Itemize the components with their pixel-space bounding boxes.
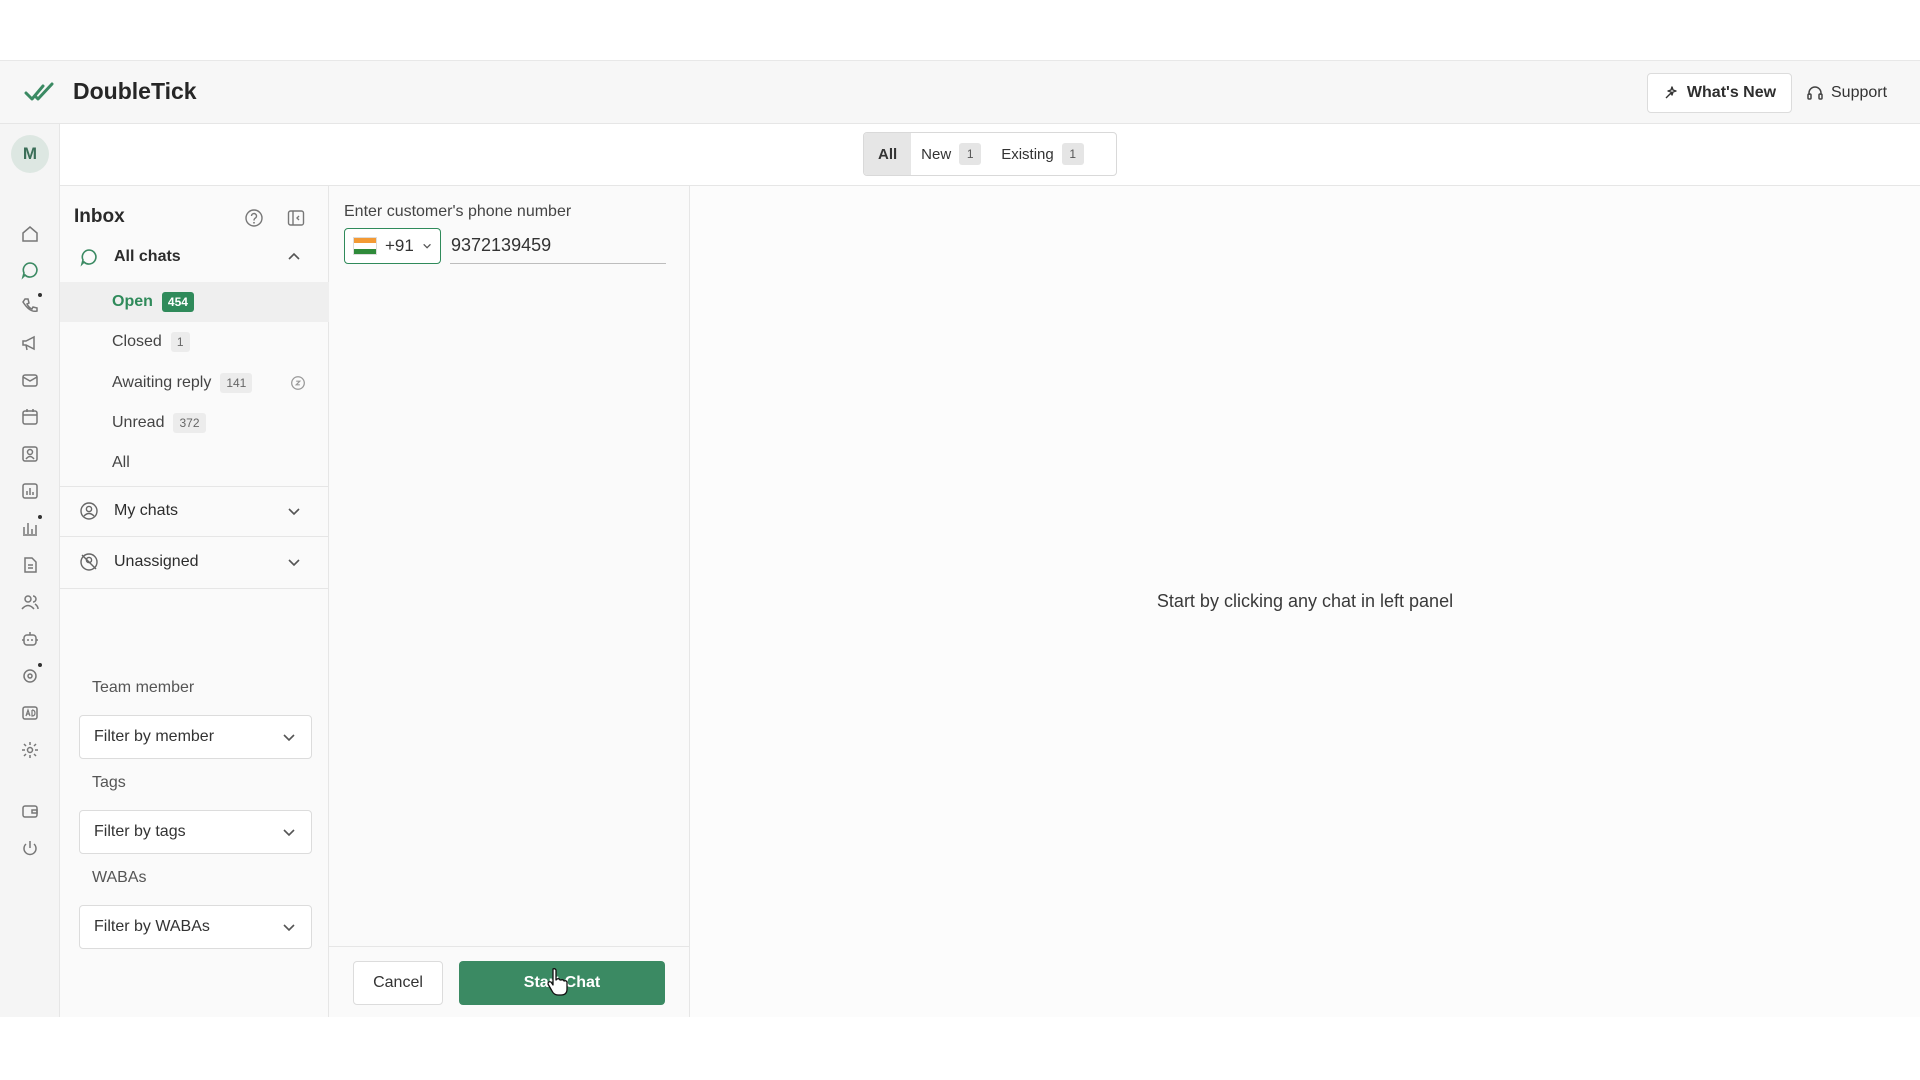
phone-number-label: Enter customer's phone number — [344, 203, 572, 220]
calendar-icon[interactable] — [18, 405, 42, 429]
megaphone-icon[interactable] — [18, 331, 42, 355]
tab-new[interactable]: New 1 — [911, 133, 991, 175]
filter-open-label: Open — [112, 293, 153, 310]
tab-existing-label: Existing — [1001, 145, 1054, 163]
whats-new-button[interactable]: What's New — [1647, 73, 1792, 113]
inbox-sidebar: Inbox All chats Open 454 Closed 1 Awaiti… — [60, 186, 329, 1017]
support-label: Support — [1831, 84, 1888, 101]
filter-open[interactable]: Open 454 — [60, 282, 329, 322]
team-member-filter-label: Team member — [92, 679, 195, 696]
filter-unread-count: 372 — [173, 413, 206, 433]
filter-all[interactable]: All — [60, 443, 329, 483]
empty-state-message: Start by clicking any chat in left panel — [1156, 591, 1454, 611]
country-code-select[interactable]: +91 — [344, 228, 441, 264]
whats-new-label: What's New — [1686, 84, 1777, 101]
country-code-value: +91 — [385, 236, 414, 255]
chat-icon — [80, 249, 97, 267]
top-header: DoubleTick What's New Support — [0, 61, 1920, 124]
left-nav-rail: M — [0, 124, 60, 1017]
unassigned-label: Unassigned — [114, 553, 199, 570]
chevron-down-icon — [288, 508, 300, 516]
divider — [60, 588, 329, 589]
power-icon[interactable] — [18, 836, 42, 860]
headset-icon — [1807, 86, 1823, 100]
users-icon[interactable] — [18, 590, 42, 614]
wabas-filter-label: WABAs — [92, 869, 147, 886]
filter-open-count: 454 — [161, 292, 194, 312]
filter-awaiting-reply-count: 141 — [220, 373, 253, 393]
phone-number-input[interactable] — [450, 228, 666, 264]
new-chat-panel: Enter customer's phone number +91 Cancel… — [329, 186, 690, 1017]
ads-icon[interactable] — [18, 701, 42, 725]
wallet-icon[interactable] — [18, 799, 42, 823]
chevron-up-icon — [288, 252, 300, 260]
tags-select-value: Filter by tags — [94, 823, 186, 840]
filter-closed-count: 1 — [170, 332, 190, 352]
filter-unread-label: Unread — [112, 414, 165, 431]
tags-select[interactable]: Filter by tags — [79, 810, 312, 854]
bot-icon[interactable] — [18, 627, 42, 651]
analytics-icon[interactable] — [18, 513, 44, 540]
document-icon[interactable] — [18, 553, 42, 577]
inbox-title: Inbox — [74, 206, 125, 227]
help-icon[interactable] — [244, 208, 264, 228]
tags-filter-label: Tags — [92, 774, 126, 791]
settings-icon[interactable] — [18, 738, 42, 762]
chat-type-tabs-bar: All New 1 Existing 1 — [60, 124, 1920, 186]
india-flag-icon — [353, 237, 377, 255]
tab-existing-count: 1 — [1061, 143, 1084, 165]
chevron-down-icon — [283, 829, 295, 837]
support-button[interactable]: Support — [1806, 73, 1901, 113]
app-title: DoubleTick — [73, 78, 197, 104]
chevron-down-icon — [423, 243, 431, 249]
report-icon[interactable] — [18, 479, 42, 503]
wabas-select-value: Filter by WABAs — [94, 918, 210, 935]
all-chats-group[interactable]: All chats — [60, 232, 329, 282]
double-tick-logo-icon — [24, 82, 54, 101]
chevron-down-icon — [288, 559, 300, 567]
my-chats-group[interactable]: My chats — [60, 486, 329, 536]
tab-new-count: 1 — [959, 143, 982, 165]
integration-icon[interactable] — [18, 661, 44, 688]
snooze-clock-icon[interactable] — [289, 374, 307, 392]
user-circle-icon — [80, 502, 98, 520]
filter-closed-label: Closed — [112, 333, 162, 350]
tab-all[interactable]: All — [864, 133, 912, 175]
filter-all-label: All — [112, 454, 130, 471]
tab-new-label: New — [921, 145, 952, 163]
all-chats-label: All chats — [114, 248, 181, 265]
chevron-down-icon — [283, 734, 295, 742]
my-chats-label: My chats — [114, 502, 179, 519]
filter-awaiting-reply-label: Awaiting reply — [112, 374, 212, 391]
filter-closed[interactable]: Closed 1 — [60, 322, 329, 362]
contact-card-icon[interactable] — [18, 442, 42, 466]
new-chat-footer: Cancel Start Chat — [329, 946, 690, 1017]
filter-awaiting-reply[interactable]: Awaiting reply 141 — [60, 363, 329, 403]
tab-all-label: All — [878, 145, 898, 163]
unassigned-group[interactable]: Unassigned — [60, 537, 329, 587]
conversation-area: Start by clicking any chat in left panel — [690, 186, 1920, 1017]
chat-type-segmented-control: All New 1 Existing 1 — [863, 132, 1117, 176]
phone-icon[interactable] — [18, 291, 44, 318]
filter-unread[interactable]: Unread 372 — [60, 403, 329, 443]
mouse-pointer-icon — [547, 968, 568, 996]
mail-icon[interactable] — [18, 368, 42, 392]
team-member-select[interactable]: Filter by member — [79, 715, 312, 759]
chevron-down-icon — [283, 924, 295, 932]
sparkle-icon — [1665, 86, 1677, 99]
user-slash-icon — [80, 553, 98, 571]
collapse-panel-icon[interactable] — [286, 208, 306, 228]
home-icon[interactable] — [18, 222, 42, 246]
tab-existing[interactable]: Existing 1 — [991, 133, 1094, 175]
team-member-select-value: Filter by member — [94, 728, 215, 745]
wabas-select[interactable]: Filter by WABAs — [79, 905, 312, 949]
app-window: DoubleTick What's New Support M All New … — [0, 60, 1920, 1017]
avatar[interactable]: M — [11, 135, 49, 173]
chat-icon[interactable] — [18, 258, 42, 282]
cancel-button[interactable]: Cancel — [353, 961, 443, 1005]
